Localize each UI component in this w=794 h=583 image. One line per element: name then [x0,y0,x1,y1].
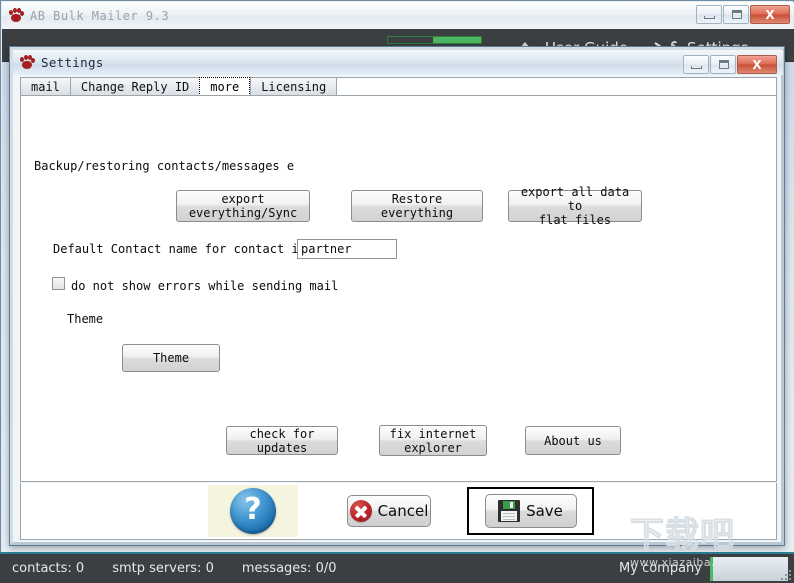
minimize-icon [691,66,702,69]
do-not-show-errors-label: do not show errors while sending mail [71,279,339,293]
restore-everything-button[interactable]: Restore everything [351,190,483,222]
check-for-updates-button[interactable]: check for updates [226,426,338,455]
theme-section-label: Theme [67,312,104,326]
close-button[interactable]: X [750,5,790,24]
paw-icon [9,8,24,23]
settings-dialog: Settings X mail Change Reply ID more Lic… [9,46,785,546]
save-button-focus-frame: Save [467,487,594,535]
maximize-icon [732,10,742,19]
about-us-button[interactable]: About us [525,426,621,455]
save-button[interactable]: Save [484,494,577,528]
save-button-label: Save [526,502,563,520]
theme-button[interactable]: Theme [122,344,220,372]
close-icon: X [752,57,762,72]
export-all-data-flat-files-button[interactable]: export all data to flat files [508,185,642,227]
status-thumbnail [710,556,788,581]
main-title-bar: AB Bulk Mailer 9.3 X [2,2,794,29]
resize-grip[interactable] [779,568,791,580]
export-everything-sync-button[interactable]: export everything/Sync [176,190,310,222]
settings-tabs: mail Change Reply ID more Licensing [20,77,777,96]
dialog-maximize-button[interactable] [710,55,736,74]
minimize-button[interactable] [696,5,722,24]
dialog-footer: ? Cancel Save [20,483,777,540]
dialog-title-bar: Settings X [13,50,783,75]
maximize-icon [719,60,729,69]
company-name: My company [619,561,702,576]
main-window-title: AB Bulk Mailer 9.3 [30,8,170,23]
do-not-show-errors-checkbox[interactable] [52,277,65,290]
status-smtp-servers: smtp servers: 0 [112,561,214,576]
status-messages: messages: 0/0 [241,561,337,576]
tab-licensing[interactable]: Licensing [250,77,338,96]
minimize-icon [704,16,715,19]
fix-internet-explorer-button[interactable]: fix internet explorer [379,425,487,456]
close-icon: X [765,7,775,22]
main-window-controls: X [695,5,790,24]
dialog-title: Settings [41,55,104,70]
question-mark-icon: ? [230,488,276,534]
cancel-button[interactable]: Cancel [347,495,431,527]
paw-icon [20,55,35,70]
progress-bar [387,36,482,44]
tab-mail-label: mail [31,79,60,94]
tab-strip-filler [337,77,777,96]
tab-mail[interactable]: mail [20,77,70,96]
backup-section-label: Backup/restoring contacts/messages e [34,159,295,173]
x-circle-icon [349,500,372,522]
app-root: AB Bulk Mailer 9.3 X User Guide [0,0,794,583]
dialog-minimize-button[interactable] [683,55,709,74]
tab-more[interactable]: more [199,77,251,96]
cancel-button-label: Cancel [377,502,429,520]
help-button[interactable]: ? [208,485,298,537]
tab-change-reply-id[interactable]: Change Reply ID [69,77,200,96]
status-bar: contacts: 0 smtp servers: 0 messages: 0/… [0,552,794,583]
status-bar-right: My company [619,554,794,583]
status-bar-left: contacts: 0 smtp servers: 0 messages: 0/… [12,561,365,576]
tab-licensing-label: Licensing [261,79,327,94]
dialog-close-button[interactable]: X [737,55,777,74]
status-contacts: contacts: 0 [12,561,85,576]
tab-page-more: Backup/restoring contacts/messages e exp… [20,95,777,482]
floppy-disk-icon [498,500,521,522]
maximize-button[interactable] [723,5,749,24]
tab-more-label: more [210,79,240,94]
tab-change-reply-id-label: Change Reply ID [80,79,190,94]
default-contact-name-input[interactable] [297,239,397,259]
progress-bar-fill [433,37,481,43]
dialog-window-controls: X [682,55,777,74]
